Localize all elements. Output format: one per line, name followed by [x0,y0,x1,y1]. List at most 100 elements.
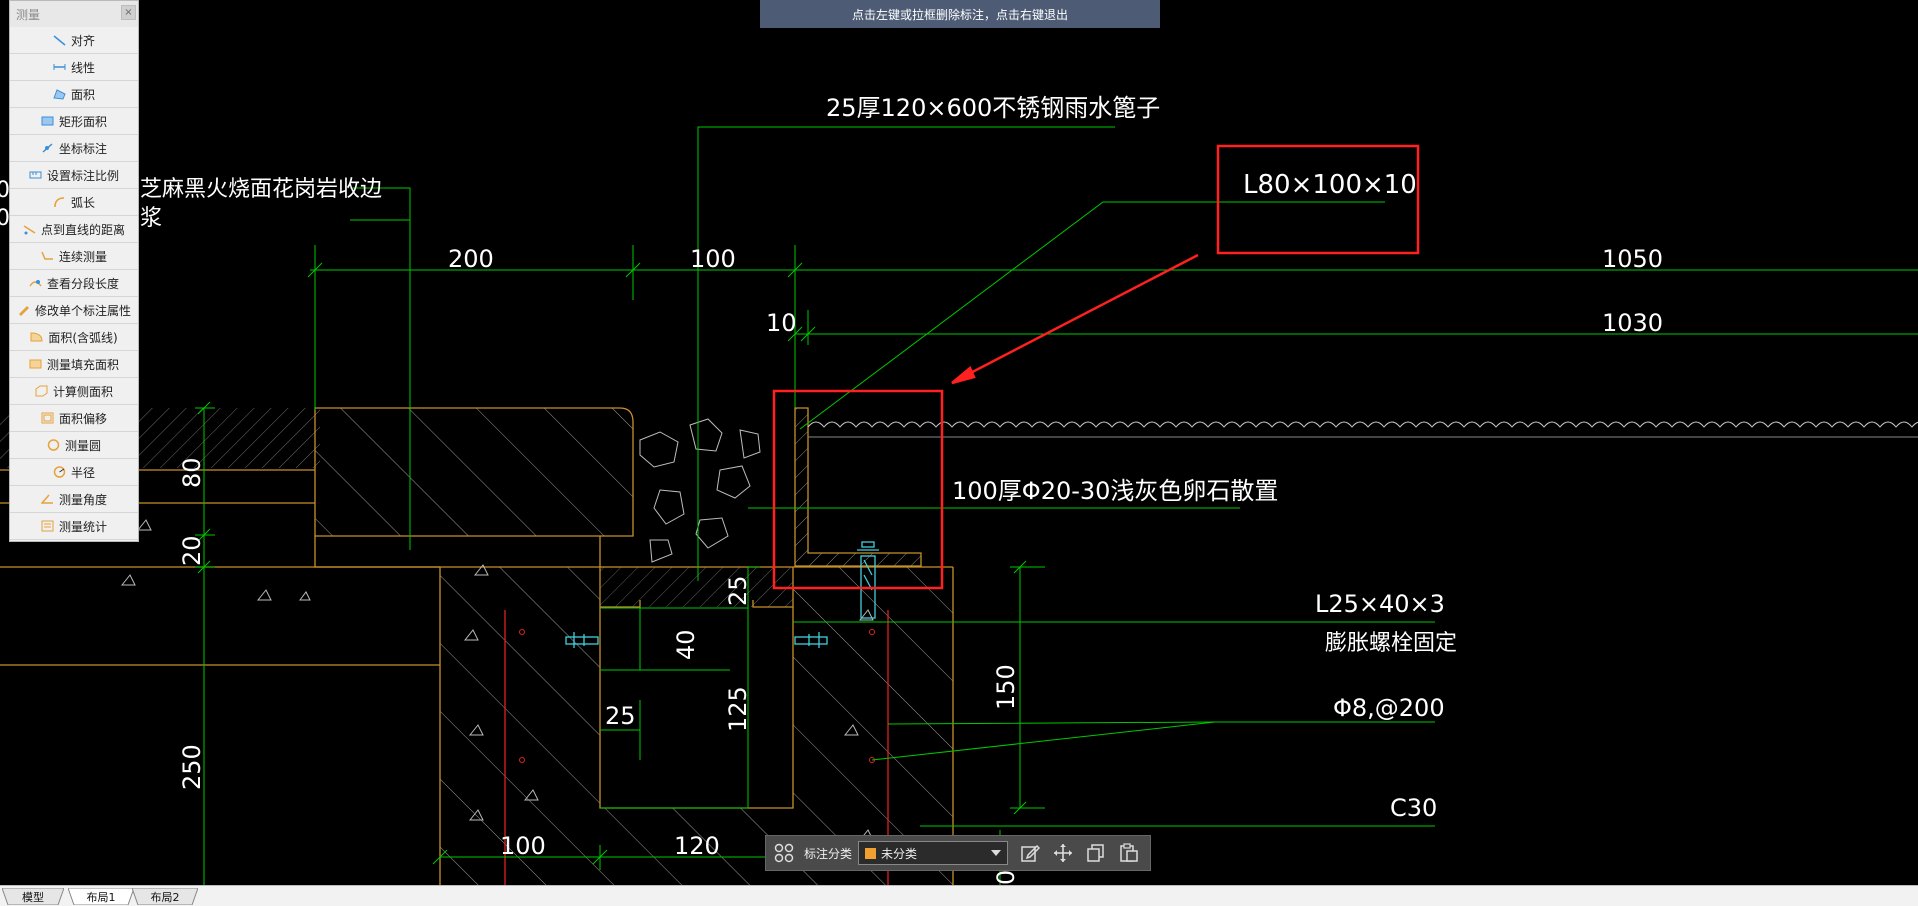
angle-small-label: L25×40×3 [1315,590,1445,618]
tool-area-arc[interactable]: 面积(含弧线) [10,324,138,351]
angle-steel-shape [794,407,922,567]
area-arc-icon [30,332,43,342]
tool-label: 修改单个标注属性 [34,303,131,318]
angle-icon [40,494,53,504]
tool-label: 半径 [70,465,95,480]
tool-set-scale[interactable]: 设置标注比例 [10,162,138,189]
segment-icon [29,280,42,287]
dim-80: 80 [178,457,206,488]
grid-icon[interactable] [774,843,794,863]
tool-label: 线性 [70,60,95,75]
slurry-label: 浆 [140,206,162,231]
dim-25-vertical: 25 [724,575,752,606]
area-icon [53,89,66,100]
tool-label: 测量圆 [64,438,101,453]
status-tip: 点击左键或拉框删除标注，点击右键退出 [760,0,1160,28]
tool-circle[interactable]: 测量圆 [10,432,138,459]
tool-label: 面积偏移 [58,411,107,426]
tool-label: 测量角度 [58,492,107,507]
dim-100-top: 100 [690,245,736,273]
drawing-canvas[interactable]: 25厚120×600不锈钢雨水篦子 芝麻黑火烧面花岗岩收边 浆 0 0 L80×… [0,0,1918,885]
paste-icon[interactable] [1118,842,1140,864]
tool-label: 矩形面积 [58,114,107,129]
tab-label: 布局2 [150,890,180,904]
tab-label: 模型 [22,890,44,904]
side-area-icon [35,385,48,397]
tool-angle[interactable]: 测量角度 [10,486,138,513]
dim-125: 125 [724,686,752,732]
area-offset-icon [41,412,54,424]
tool-label: 连续测量 [58,249,107,264]
tool-side-area[interactable]: 计算侧面积 [10,378,138,405]
granite-block [315,408,633,536]
dim-0-bottom: 0 [992,870,1020,885]
bolt-label: 膨胀螺栓固定 [1325,631,1457,656]
annotation-toolbar: 标注分类 未分类 [765,835,1151,871]
fill-area-icon [29,359,42,369]
dim-120: 120 [674,832,720,860]
tool-label: 面积 [70,87,95,102]
arc-icon [54,197,65,208]
copy-icon[interactable] [1085,842,1107,864]
rect-area-icon [41,116,54,126]
tool-point-line[interactable]: 点到直线的距离 [10,216,138,243]
tool-fill-area[interactable]: 测量填充面积 [10,351,138,378]
tool-label: 对齐 [70,33,95,48]
move-icon[interactable] [1052,842,1074,864]
pebble-label: 100厚Φ20-30浅灰色卵石散置 [952,477,1278,505]
dim-40: 40 [672,629,700,660]
dim-1050: 1050 [1602,245,1663,273]
tool-area-offset[interactable]: 面积偏移 [10,405,138,432]
category-color-swatch [865,847,877,859]
layout-tabs: 模型 布局1 布局2 [0,885,1918,906]
tool-radius[interactable]: 半径 [10,459,138,486]
tool-label: 面积(含弧线) [48,330,118,345]
tool-label: 查看分段长度 [46,276,119,291]
category-label: 标注分类 [804,846,853,861]
tool-edit-annotation[interactable]: 修改单个标注属性 [10,297,138,324]
pebble-fill [639,418,761,563]
tool-align[interactable]: 对齐 [10,27,138,54]
dim-100-bottom: 100 [500,832,546,860]
category-value: 未分类 [881,846,918,861]
close-icon[interactable]: × [121,5,136,20]
edit-icon[interactable] [1019,842,1041,864]
tool-rect-area[interactable]: 矩形面积 [10,108,138,135]
granite-label: 芝麻黑火烧面花岗岩收边 [140,177,382,202]
tool-label: 设置标注比例 [46,168,119,183]
dim-25: 25 [605,702,636,730]
tool-segment-length[interactable]: 查看分段长度 [10,270,138,297]
tool-linear[interactable]: 线性 [10,54,138,81]
rebar-label: Φ8,@200 [1333,694,1445,722]
tool-label: 坐标标注 [58,141,107,156]
dim-150: 150 [992,664,1020,710]
category-select[interactable]: 未分类 [858,841,1009,865]
tool-label: 测量填充面积 [46,357,119,372]
tool-continuous[interactable]: 连续测量 [10,243,138,270]
tab-label: 布局1 [86,890,116,904]
grate-label: 25厚120×600不锈钢雨水篦子 [826,94,1160,122]
highlight-annotations [772,144,1420,590]
continuous-icon [41,251,53,260]
tool-statistics[interactable]: 测量统计 [10,513,138,540]
tool-label: 点到直线的距离 [40,222,125,237]
concrete-label: C30 [1390,794,1437,822]
dim-10: 10 [766,309,797,337]
tool-area[interactable]: 面积 [10,81,138,108]
statistics-icon [41,520,54,532]
dim-20: 20 [178,535,206,566]
tool-label: 计算侧面积 [52,384,113,399]
dim-250: 250 [178,744,206,790]
tool-coordinate[interactable]: 坐标标注 [10,135,138,162]
tool-label: 测量统计 [58,519,107,534]
status-tip-text: 点击左键或拉框删除标注，点击右键退出 [851,7,1068,22]
chevron-down-icon [991,850,1002,856]
dim-1030: 1030 [1602,309,1663,337]
tool-arc-length[interactable]: 弧长 [10,189,138,216]
radius-icon [53,466,66,478]
tab-model[interactable]: 模型 [2,888,64,905]
tab-layout1[interactable]: 布局1 [68,888,134,905]
edit-annotation-icon [18,306,29,316]
tab-layout2[interactable]: 布局2 [132,888,198,905]
measure-panel-header[interactable]: 测量 × [10,1,138,27]
